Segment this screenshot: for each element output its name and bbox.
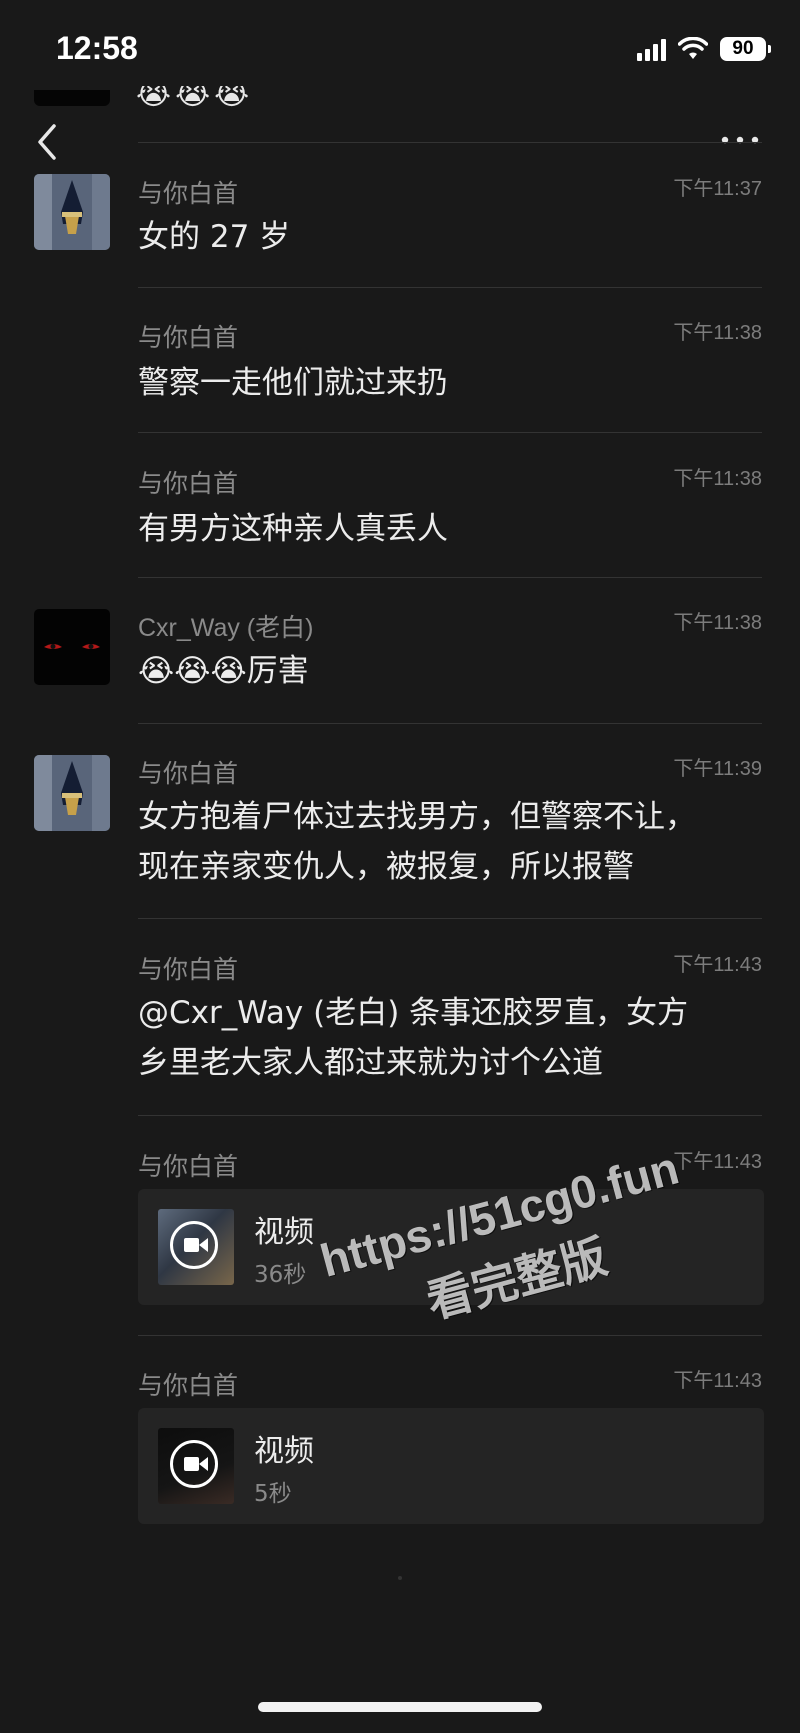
sender-name: 与你白首	[138, 1153, 239, 1181]
message-text-line: 女方抱着尸体过去找男方，但警察不让，	[138, 799, 696, 835]
video-duration: 5秒	[254, 1481, 292, 1507]
cellular-signal-icon	[637, 37, 666, 61]
avatar-yu-ni-bai-shou[interactable]	[34, 755, 110, 831]
video-thumbnail	[158, 1209, 234, 1285]
message-text: 女方抱着尸体过去找男方，但警察不让， 现在亲家变仇人，被报复，所以报警	[138, 792, 758, 892]
previous-message-emojis: 😭 😭 😭	[136, 86, 249, 110]
divider	[138, 432, 762, 433]
sender-name: 与你白首	[138, 180, 239, 208]
previous-avatar	[34, 90, 110, 106]
video-thumbnail	[158, 1428, 234, 1504]
watermark: https://51cg0.fun 看完整版	[280, 1131, 737, 1365]
message-time: 下午11:38	[673, 322, 762, 344]
divider	[138, 723, 762, 724]
divider	[138, 287, 762, 288]
home-indicator[interactable]	[258, 1702, 542, 1712]
message-text: 女的 27 岁	[138, 219, 291, 255]
message-text-line: 乡里老大家人都过来就为讨个公道	[138, 1045, 603, 1081]
avatar-cxr-way[interactable]	[34, 609, 110, 685]
more-dots-icon	[721, 136, 759, 144]
avatar-image	[34, 609, 110, 685]
divider	[138, 1115, 762, 1116]
message-text: 警察一走他们就过来扔	[138, 365, 448, 401]
status-icons: 90	[637, 34, 771, 64]
sender-name: 与你白首	[138, 324, 239, 352]
video-title: 视频	[254, 1434, 314, 1469]
sender-name: 与你白首	[138, 1372, 239, 1400]
status-time: 12:58	[56, 30, 138, 66]
message-text: 😭😭😭厉害	[138, 653, 309, 689]
message-time: 下午11:43	[673, 954, 762, 976]
divider	[138, 1335, 762, 1336]
sender-name: 与你白首	[138, 760, 239, 788]
message-time: 下午11:38	[673, 468, 762, 490]
sender-name: 与你白首	[138, 470, 239, 498]
sender-name: Cxr_Way (老白)	[138, 614, 314, 642]
avatar-image	[34, 174, 110, 250]
page-dot	[398, 1576, 402, 1580]
video-play-icon	[170, 1440, 218, 1488]
more-options-button[interactable]	[720, 130, 760, 150]
crying-emoji-icon: 😭	[214, 86, 250, 110]
message-text-line: 现在亲家变仇人，被报复，所以报警	[138, 849, 634, 885]
chevron-left-icon	[38, 124, 56, 160]
status-bar: 12:58 90	[0, 0, 800, 100]
crying-emoji-icon: 😭	[175, 86, 211, 110]
crying-emoji-icon: 😭	[136, 86, 172, 110]
message-time: 下午11:39	[673, 758, 762, 780]
message-time: 下午11:43	[673, 1370, 762, 1392]
divider	[138, 918, 762, 919]
video-play-icon	[170, 1221, 218, 1269]
video-message-card[interactable]: 视频 5秒	[138, 1408, 764, 1524]
avatar-image	[34, 755, 110, 831]
divider	[138, 142, 762, 143]
message-text: 有男方这种亲人真丢人	[138, 511, 448, 547]
message-text: @Cxr_Way (老白) 条事还胶罗直，女方 乡里老大家人都过来就为讨个公道	[138, 988, 758, 1088]
battery-icon: 90	[720, 37, 771, 61]
message-time: 下午11:38	[673, 612, 762, 634]
wifi-icon	[678, 37, 708, 59]
message-time: 下午11:37	[673, 178, 762, 200]
message-text-line: @Cxr_Way (老白) 条事还胶罗直，女方	[138, 995, 689, 1031]
divider	[138, 577, 762, 578]
avatar-yu-ni-bai-shou[interactable]	[34, 174, 110, 250]
back-button[interactable]	[30, 120, 70, 164]
sender-name: 与你白首	[138, 956, 239, 984]
